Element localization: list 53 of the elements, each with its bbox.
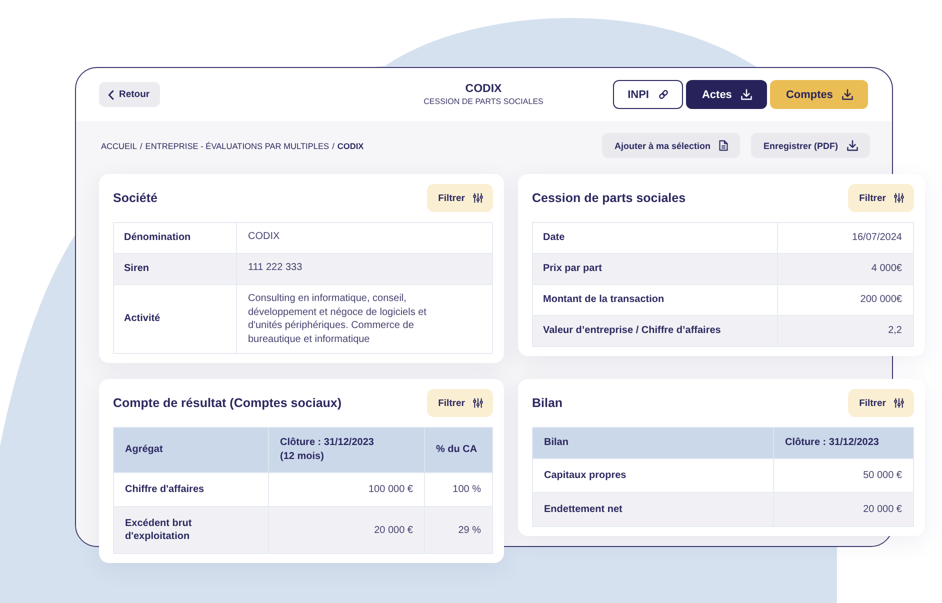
column-header: Clôture : 31/12/2023 (12 mois) [268, 428, 424, 472]
card-title: Cession de parts sociales [532, 191, 686, 205]
action-button[interactable]: Comptes [770, 80, 868, 109]
breadcrumb-separator: / [332, 140, 334, 150]
page-subtitle: CESSION DE PARTS SOCIALES [424, 96, 544, 107]
row-label: Prix par part [532, 254, 778, 284]
card-title: Bilan [532, 396, 563, 410]
breadcrumb-item: CODIX [337, 140, 364, 150]
download-icon [842, 89, 853, 100]
filter-button[interactable]: Filtrer [848, 184, 914, 212]
action-button[interactable]: Actes [686, 80, 767, 109]
row-label: Valeur d’entreprise / Chiffre d’affaires [532, 316, 778, 346]
column-header: Agrégat [114, 428, 268, 472]
table-cell: 111 222 333 [236, 254, 492, 284]
page-title: CODIX [464, 82, 503, 96]
back-button[interactable]: Retour [99, 82, 160, 107]
row-label: Date [532, 222, 778, 254]
link-icon [658, 89, 669, 100]
filter-button[interactable]: Filtrer [427, 184, 493, 212]
sliders-icon [894, 193, 904, 203]
table-cell: Consulting en informatique, conseil, développement et négoce de logiciels et d'unités périphériques. Commerce de bureautique et informatique [236, 284, 492, 354]
sliders-icon [473, 398, 483, 408]
table-cell: 16/07/2024 [778, 222, 914, 254]
card-title: Société [113, 191, 158, 205]
action-button[interactable]: INPI [612, 80, 683, 109]
card-title: Compte de résultat (Comptes sociaux) [113, 396, 342, 410]
table-cell: 20 000 € [268, 506, 424, 554]
row-label: Siren [114, 254, 236, 284]
table-cell: 20 000 € [774, 492, 914, 526]
chevron-left-icon [108, 90, 114, 100]
document-icon [719, 140, 728, 151]
sliders-icon [473, 193, 483, 203]
breadcrumb-item[interactable]: ENTREPRISE - ÉVALUATIONS PAR MULTIPLES [145, 140, 330, 150]
table-cell: CODIX [236, 222, 492, 254]
export-pdf-button[interactable]: Enregistrer (PDF) [751, 133, 870, 158]
filter-button[interactable]: Filtrer [427, 389, 493, 417]
table-cell: 2,2 [778, 316, 914, 346]
table-cell: 4 000€ [778, 254, 914, 284]
download-icon [740, 89, 752, 100]
row-label: Activité [114, 284, 236, 354]
download-icon [847, 140, 858, 151]
row-label: Endettement net [532, 492, 774, 526]
filter-button[interactable]: Filtrer [848, 389, 914, 417]
column-header: Clôture : 31/12/2023 [774, 428, 914, 458]
row-label: Dénomination [114, 222, 236, 254]
sliders-icon [894, 398, 904, 408]
row-label: Excédent brut d'exploitation [114, 506, 268, 554]
column-header: Bilan [532, 428, 774, 458]
breadcrumb-item[interactable]: ACCUEIL [101, 140, 137, 150]
column-header: % du CA [424, 428, 492, 472]
table-cell: 29 % [424, 506, 492, 554]
add-to-selection-button[interactable]: Ajouter à ma sélection [602, 133, 740, 158]
breadcrumb-separator: / [140, 140, 142, 150]
